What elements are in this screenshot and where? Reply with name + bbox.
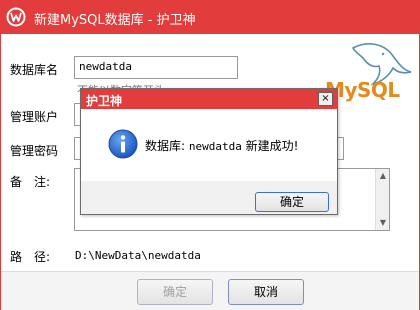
dialog-close-button[interactable]: ×	[318, 92, 333, 106]
scroll-up-icon[interactable]: ▲	[378, 171, 388, 181]
dialog-body: 数据库: newdatda 新建成功!	[81, 109, 337, 181]
main-window: 新建MySQL数据库 - 护卫神 MySQL 数据库名 newdatda 不能以…	[0, 0, 420, 310]
path-label: 路 径:	[10, 250, 51, 264]
account-label: 管理账户	[10, 110, 59, 124]
title-bar[interactable]: 新建MySQL数据库 - 护卫神	[0, 0, 420, 34]
dbname-label: 数据库名	[10, 63, 59, 77]
dialog-message-prefix: 数据库:	[145, 139, 189, 153]
dialog-message: 数据库: newdatda 新建成功!	[145, 137, 298, 154]
note-label: 备 注:	[10, 175, 51, 189]
scroll-down-icon[interactable]: ▼	[378, 218, 388, 228]
info-icon	[108, 129, 138, 159]
huweishen-shield-icon	[6, 7, 26, 27]
note-scrollbar[interactable]: ▲ ▼	[375, 169, 389, 230]
success-dialog: 护卫神 × 数据库: newdatda 新建成功! 确定	[80, 88, 338, 215]
dialog-title-bar[interactable]: 护卫神 ×	[81, 89, 337, 109]
password-label: 管理密码	[10, 144, 59, 158]
footer-bar: 确定 取消	[1, 271, 419, 310]
path-value: D:\NewData\newdatda	[75, 249, 201, 262]
window-title: 新建MySQL数据库 - 护卫神	[34, 13, 196, 28]
dialog-message-db: newdatda	[188, 140, 242, 153]
dialog-message-suffix: 新建成功!	[241, 139, 299, 153]
cancel-button[interactable]: 取消	[228, 279, 304, 305]
dbname-value: newdatda	[79, 60, 132, 73]
dialog-ok-button[interactable]: 确定	[255, 192, 329, 212]
dialog-title: 护卫神	[86, 94, 123, 108]
ok-button[interactable]: 确定	[137, 279, 213, 305]
dbname-input[interactable]: newdatda	[74, 56, 238, 79]
